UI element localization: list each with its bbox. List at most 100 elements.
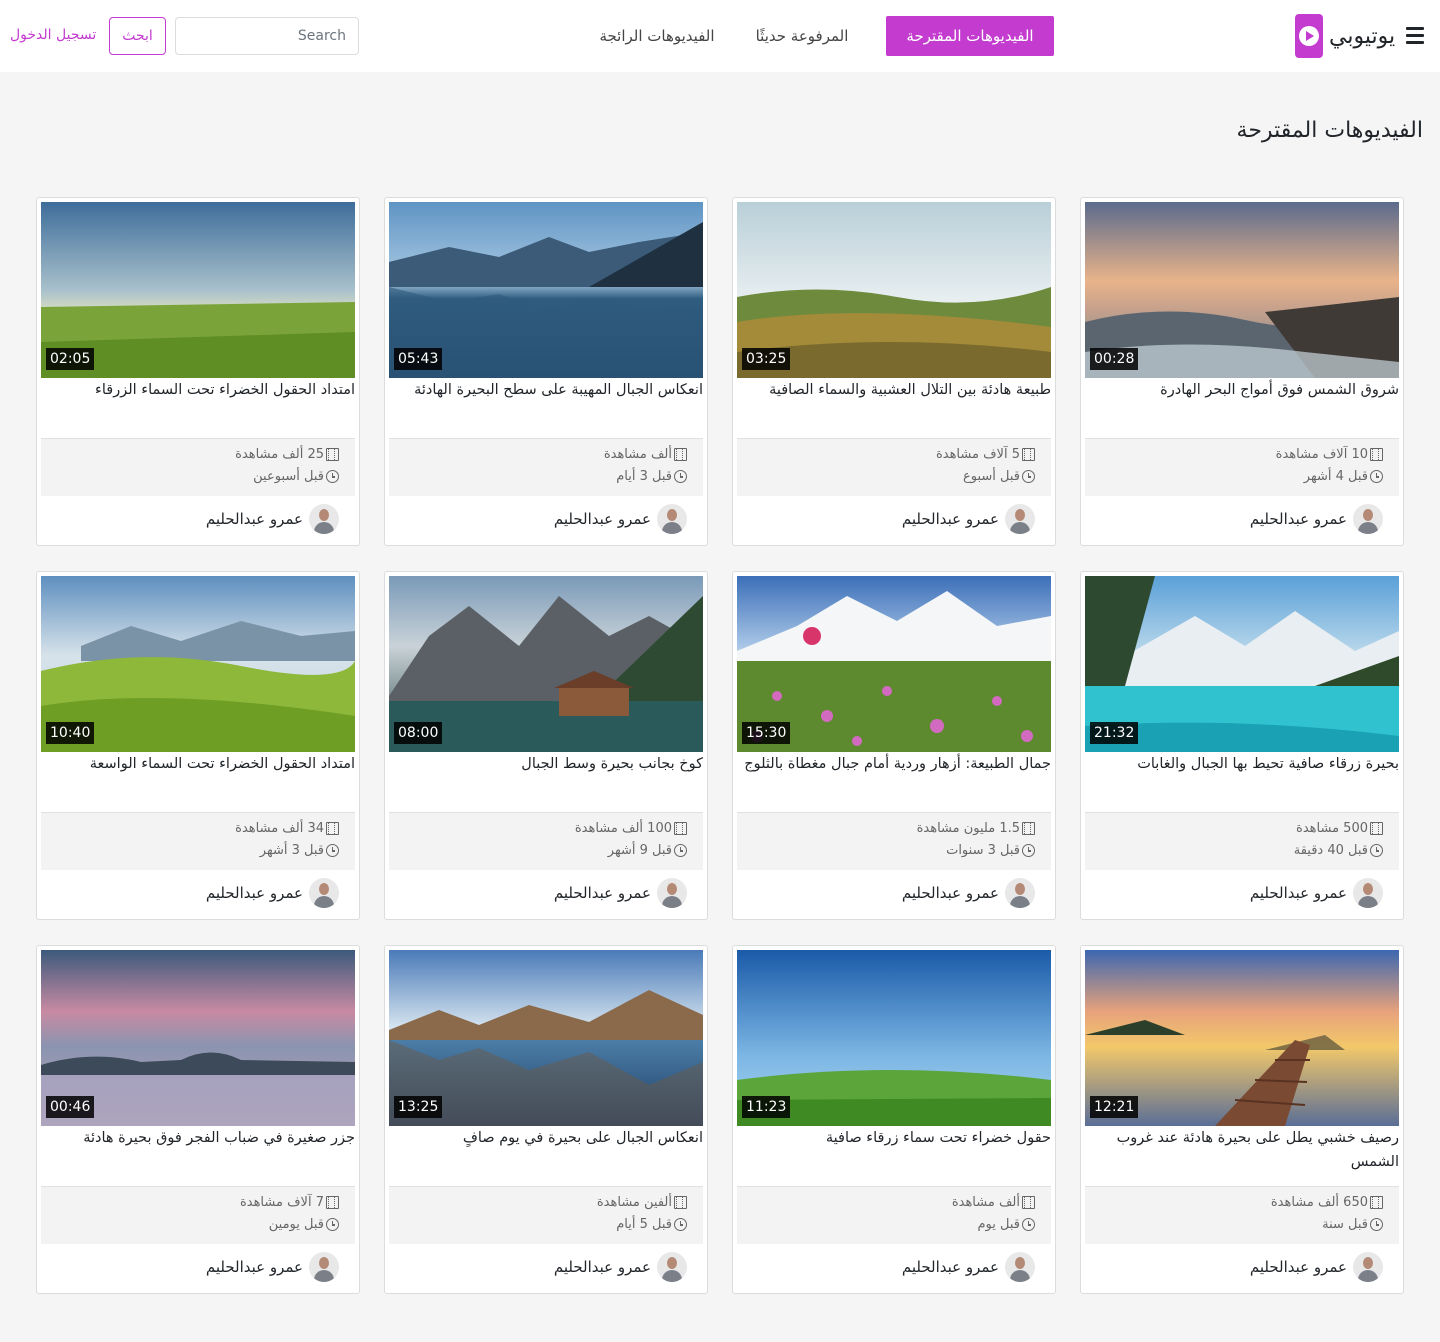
video-title[interactable]: طبيعة هادئة بين التلال العشبية والسماء ا… (737, 378, 1051, 402)
video-title[interactable]: شروق الشمس فوق أمواج البحر الهادرة (1085, 378, 1399, 402)
video-card[interactable]: 08:00 كوخ بجانب بحيرة وسط الجبال 100 ألف… (384, 571, 708, 920)
video-card[interactable]: 21:32 بحيرة زرقاء صافية تحيط بها الجبال … (1080, 571, 1404, 920)
avatar (1353, 878, 1383, 908)
video-thumbnail[interactable]: 08:00 (389, 576, 703, 752)
avatar (309, 1252, 339, 1282)
video-title[interactable]: امتداد الحقول الخضراء تحت السماء الواسعة (41, 752, 355, 776)
brand-link[interactable]: يوتيوبي (1295, 14, 1395, 58)
author-name[interactable]: عمرو عبدالحليم (1250, 884, 1347, 902)
channel-author[interactable]: عمرو عبدالحليم (902, 504, 1035, 534)
video-card[interactable]: 15:30 جمال الطبيعة: أزهار وردية أمام جبا… (732, 571, 1056, 920)
video-thumbnail[interactable]: 13:25 (389, 950, 703, 1126)
video-card[interactable]: 10:40 امتداد الحقول الخضراء تحت السماء ا… (36, 571, 360, 920)
author-name[interactable]: عمرو عبدالحليم (206, 884, 303, 902)
clock-icon (674, 844, 687, 857)
views-count: ألف مشاهدة (603, 447, 672, 462)
video-card[interactable]: 03:25 طبيعة هادئة بين التلال العشبية وال… (732, 197, 1056, 546)
video-stats: 5 آلاف مشاهدة قبل أسبوع (737, 438, 1051, 496)
film-icon (674, 1196, 687, 1209)
upload-time: قبل سنة (1322, 1217, 1368, 1232)
video-duration: 02:05 (46, 348, 95, 370)
nav-trending-videos[interactable]: الفيديوهات الرائجة (590, 16, 724, 56)
upload-time-row: قبل 3 سنوات (946, 843, 1035, 858)
channel-author[interactable]: عمرو عبدالحليم (554, 1252, 687, 1282)
video-title[interactable]: انعكاس الجبال المهيبة على سطح البحيرة ال… (389, 378, 703, 402)
views-count: 25 ألف مشاهدة (235, 447, 324, 462)
video-card[interactable]: 13:25 انعكاس الجبال على بحيرة في يوم صاف… (384, 945, 708, 1294)
avatar (657, 1252, 687, 1282)
login-link[interactable]: تسجيل الدخول (10, 27, 96, 43)
video-stats: 650 ألف مشاهدة قبل سنة (1085, 1186, 1399, 1244)
video-thumbnail[interactable]: 03:25 (737, 202, 1051, 378)
channel-author[interactable]: عمرو عبدالحليم (902, 1252, 1035, 1282)
video-thumbnail[interactable]: 21:32 (1085, 576, 1399, 752)
video-title[interactable]: جمال الطبيعة: أزهار وردية أمام جبال مغطا… (737, 752, 1051, 776)
video-title[interactable]: امتداد الحقول الخضراء تحت السماء الزرقاء (41, 378, 355, 402)
author-name[interactable]: عمرو عبدالحليم (554, 884, 651, 902)
nav-suggested-videos[interactable]: الفيديوهات المقترحة (886, 16, 1054, 56)
upload-time-row: قبل 3 أيام (616, 469, 687, 484)
author-name[interactable]: عمرو عبدالحليم (554, 1258, 651, 1276)
video-thumbnail[interactable]: 00:46 (41, 950, 355, 1126)
author-name[interactable]: عمرو عبدالحليم (902, 1258, 999, 1276)
channel-author[interactable]: عمرو عبدالحليم (206, 878, 339, 908)
video-card[interactable]: 00:46 جزر صغيرة في ضباب الفجر فوق بحيرة … (36, 945, 360, 1294)
video-thumbnail[interactable]: 05:43 (389, 202, 703, 378)
upload-time: قبل 3 سنوات (946, 843, 1020, 858)
channel-author[interactable]: عمرو عبدالحليم (1250, 1252, 1383, 1282)
channel-author[interactable]: عمرو عبدالحليم (902, 878, 1035, 908)
channel-author[interactable]: عمرو عبدالحليم (1250, 504, 1383, 534)
video-card[interactable]: 00:28 شروق الشمس فوق أمواج البحر الهادرة… (1080, 197, 1404, 546)
channel-author[interactable]: عمرو عبدالحليم (554, 878, 687, 908)
video-title[interactable]: حقول خضراء تحت سماء زرقاء صافية (737, 1126, 1051, 1150)
author-name[interactable]: عمرو عبدالحليم (1250, 510, 1347, 528)
video-title[interactable]: بحيرة زرقاء صافية تحيط بها الجبال والغاب… (1085, 752, 1399, 776)
views-count: 500 مشاهدة (1296, 821, 1368, 836)
clock-icon (674, 470, 687, 483)
video-title[interactable]: انعكاس الجبال على بحيرة في يوم صافٍ (389, 1126, 703, 1150)
upload-time-row: قبل يوم (978, 1217, 1035, 1232)
author-name[interactable]: عمرو عبدالحليم (902, 510, 999, 528)
video-card[interactable]: 02:05 امتداد الحقول الخضراء تحت السماء ا… (36, 197, 360, 546)
video-thumbnail[interactable]: 00:28 (1085, 202, 1399, 378)
video-title[interactable]: كوخ بجانب بحيرة وسط الجبال (389, 752, 703, 776)
upload-time: قبل أسبوعين (253, 469, 324, 484)
video-card[interactable]: 12:21 رصيف خشبي يطل على بحيرة هادئة عند … (1080, 945, 1404, 1294)
play-logo-icon (1295, 14, 1323, 58)
author-name[interactable]: عمرو عبدالحليم (206, 1258, 303, 1276)
video-stats: 10 آلاف مشاهدة قبل 4 أشهر (1085, 438, 1399, 496)
channel-author[interactable]: عمرو عبدالحليم (206, 504, 339, 534)
upload-time-row: قبل 5 أيام (616, 1217, 687, 1232)
upload-time: قبل أسبوع (962, 469, 1020, 484)
video-card[interactable]: 05:43 انعكاس الجبال المهيبة على سطح البح… (384, 197, 708, 546)
channel-author[interactable]: عمرو عبدالحليم (554, 504, 687, 534)
search-input[interactable] (175, 17, 359, 55)
views-count: 650 ألف مشاهدة (1270, 1195, 1368, 1210)
clock-icon (1022, 844, 1035, 857)
channel-author[interactable]: عمرو عبدالحليم (1250, 878, 1383, 908)
video-title[interactable]: رصيف خشبي يطل على بحيرة هادئة عند غروب ا… (1085, 1126, 1399, 1174)
author-name[interactable]: عمرو عبدالحليم (902, 884, 999, 902)
author-name[interactable]: عمرو عبدالحليم (206, 510, 303, 528)
author-name[interactable]: عمرو عبدالحليم (1250, 1258, 1347, 1276)
video-thumbnail[interactable]: 15:30 (737, 576, 1051, 752)
upload-time: قبل 40 دقيقة (1293, 843, 1368, 858)
views-row: 500 مشاهدة (1296, 821, 1383, 836)
avatar (1005, 504, 1035, 534)
video-thumbnail[interactable]: 10:40 (41, 576, 355, 752)
upload-time: قبل 3 أيام (616, 469, 672, 484)
search-button[interactable]: ابحث (109, 17, 166, 55)
video-title[interactable]: جزر صغيرة في ضباب الفجر فوق بحيرة هادئة (41, 1126, 355, 1150)
video-card[interactable]: 11:23 حقول خضراء تحت سماء زرقاء صافية أل… (732, 945, 1056, 1294)
video-duration: 00:46 (46, 1096, 95, 1118)
channel-author[interactable]: عمرو عبدالحليم (206, 1252, 339, 1282)
clock-icon (674, 1218, 687, 1231)
nav-recently-uploaded[interactable]: المرفوعة حديثًا (740, 16, 864, 56)
author-name[interactable]: عمرو عبدالحليم (554, 510, 651, 528)
video-thumbnail[interactable]: 12:21 (1085, 950, 1399, 1126)
hamburger-menu-icon[interactable] (1406, 27, 1424, 45)
video-thumbnail[interactable]: 02:05 (41, 202, 355, 378)
film-icon (674, 448, 687, 461)
video-thumbnail[interactable]: 11:23 (737, 950, 1051, 1126)
clock-icon (326, 844, 339, 857)
